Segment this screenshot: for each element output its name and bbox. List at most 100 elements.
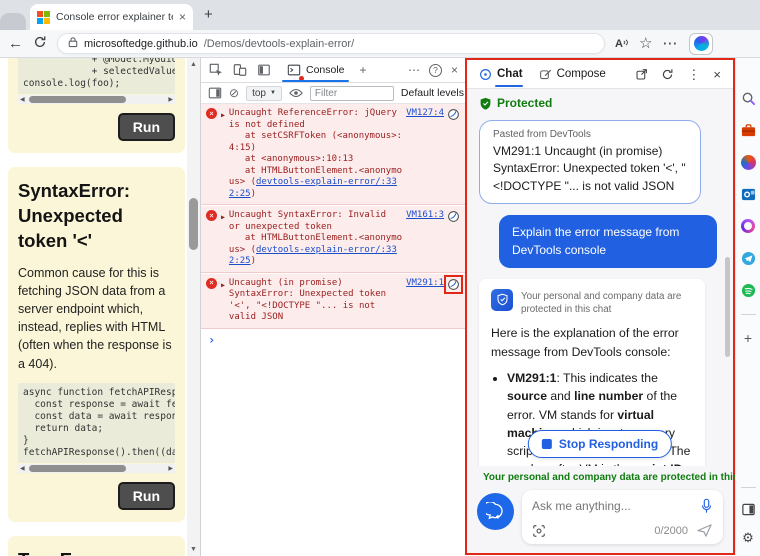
sidebar-divider [741, 314, 756, 315]
favorites-star-icon[interactable]: ☆ [639, 36, 652, 51]
loop-icon[interactable] [740, 218, 756, 234]
devtools-more-icon[interactable]: ⋯ [408, 64, 420, 76]
close-sidebar-icon[interactable]: × [713, 68, 721, 81]
run-button[interactable]: Run [118, 482, 175, 510]
card-heading: TypeError: Cannot read property 'addEven… [18, 548, 175, 556]
console-filter-input[interactable] [310, 86, 394, 101]
open-in-window-icon[interactable] [635, 68, 648, 81]
scroll-left-icon[interactable]: ◀ [18, 96, 27, 103]
compose-tab-label: Compose [557, 68, 606, 80]
add-devtools-tab-icon[interactable]: + [360, 64, 367, 76]
tab-close-icon[interactable]: × [179, 11, 186, 23]
microphone-icon[interactable] [700, 498, 713, 514]
address-bar[interactable]: microsoftedge.github.io/Demos/devtools-e… [57, 33, 605, 54]
scroll-left-icon[interactable]: ◀ [18, 465, 27, 472]
active-tab-underline [282, 80, 349, 83]
microsoft365-icon[interactable] [740, 154, 756, 170]
ask-input[interactable] [532, 499, 700, 513]
tab-chat[interactable]: Chat [479, 60, 523, 88]
back-icon[interactable]: ← [8, 36, 23, 51]
scrollbar-thumb[interactable] [29, 96, 126, 103]
scroll-up-icon[interactable]: ▲ [190, 58, 197, 71]
search-icon[interactable] [740, 90, 756, 106]
spotify-icon[interactable] [740, 282, 756, 298]
copilot-sidebar-button[interactable] [689, 33, 713, 55]
error-icon: × [206, 108, 217, 119]
active-tab-underline [495, 85, 523, 88]
vm-source-link[interactable]: VM291:1 [406, 278, 444, 290]
settings-gear-icon[interactable]: ⚙ [740, 530, 756, 546]
kebab-menu-icon[interactable]: ⋮ [687, 68, 700, 81]
stack-frame: at HTMLButtonElement.<anonymous> (devtoo… [229, 233, 402, 268]
copilot-explain-icon[interactable] [447, 108, 460, 121]
devtools-close-icon[interactable]: × [451, 64, 458, 76]
pasted-text: VM291:1 Uncaught (in promise) SyntaxErro… [493, 143, 687, 195]
run-button[interactable]: Run [118, 113, 175, 141]
new-tab-button[interactable]: + [204, 6, 213, 23]
vm-source-link[interactable]: VM161:3 [406, 210, 444, 222]
shield-check-icon [479, 97, 492, 110]
expand-triangle-icon[interactable]: ▶ [221, 212, 225, 268]
drop-icon[interactable] [740, 250, 756, 266]
read-aloud-icon[interactable]: A [615, 38, 629, 50]
card-heading: SyntaxError: Unexpected token '<' [18, 179, 175, 254]
chat-conversation: Pasted from DevTools VM291:1 Uncaught (i… [467, 112, 733, 466]
clear-console-icon[interactable]: ⊘ [229, 87, 239, 99]
scroll-right-icon[interactable]: ▶ [166, 96, 175, 103]
vm-source-link[interactable]: VM127:4 [406, 108, 444, 120]
inspect-element-icon[interactable] [208, 63, 223, 78]
chevron-down-icon: ▼ [270, 90, 276, 96]
message-input-card[interactable]: 0/2000 [522, 490, 723, 544]
tools-icon[interactable] [740, 122, 756, 138]
pasted-caption: Pasted from DevTools [493, 129, 687, 140]
default-levels-selector[interactable]: Default levels [401, 87, 464, 99]
console-tab-label: Console [306, 64, 345, 76]
copilot-explain-icon[interactable] [447, 210, 460, 223]
code-block: async function fetchAPIResponse( const r… [18, 383, 175, 463]
chat-tab-label: Chat [497, 68, 523, 80]
refresh-icon[interactable] [33, 35, 47, 52]
devtools-help-icon[interactable]: ? [429, 64, 442, 77]
refresh-chat-icon[interactable] [661, 68, 674, 81]
device-emulation-icon[interactable] [232, 63, 247, 78]
tab-compose[interactable]: Compose [539, 60, 606, 88]
tab-strip: Console error explainer test page × + [0, 0, 760, 30]
console-prompt[interactable]: › [201, 330, 465, 352]
horizontal-scrollbar[interactable]: ◀ ▶ [18, 464, 175, 473]
console-error-row: × ▶ Uncaught ReferenceError: jQuery is n… [201, 104, 465, 205]
sidebar-toggle-icon[interactable] [740, 501, 756, 517]
page-scrollbar[interactable]: ▲ ▼ [187, 58, 200, 556]
console-error-row: × ▶ Uncaught (in promise) SyntaxError: U… [201, 274, 465, 329]
scroll-right-icon[interactable]: ▶ [166, 465, 175, 472]
expand-triangle-icon[interactable]: ▶ [221, 110, 225, 200]
privacy-shield-icon [491, 289, 513, 311]
add-app-icon[interactable]: + [744, 331, 752, 345]
copilot-explain-icon[interactable] [447, 278, 460, 291]
error-body: Uncaught SyntaxError: Invalid or unexpec… [229, 210, 402, 268]
scrollbar-thumb[interactable] [29, 465, 126, 472]
more-options-icon[interactable]: ⋯ [662, 36, 677, 51]
copilot-header: Chat Compose ⋮ × [467, 60, 733, 89]
console-sidebar-icon[interactable] [208, 86, 222, 101]
live-expression-eye-icon[interactable] [289, 86, 303, 101]
scroll-down-icon[interactable]: ▼ [190, 543, 197, 556]
outlook-icon[interactable] [740, 186, 756, 202]
card-paragraph: Common cause for this is fetching JSON d… [18, 264, 175, 373]
console-icon [286, 63, 301, 78]
stop-responding-button[interactable]: Stop Responding [528, 430, 672, 458]
send-icon[interactable] [696, 523, 713, 538]
character-counter: 0/2000 [654, 525, 688, 537]
syntax-error-card: SyntaxError: Unexpected token '<' Common… [8, 167, 185, 522]
browser-tab[interactable]: Console error explainer test page × [30, 4, 193, 30]
chat-scrollbar[interactable] [725, 257, 730, 357]
horizontal-scrollbar[interactable]: ◀ ▶ [18, 95, 175, 104]
context-selector[interactable]: top ▼ [246, 86, 282, 101]
scrollbar-thumb[interactable] [189, 198, 198, 250]
sidebar-divider [741, 487, 756, 488]
tab-console[interactable]: Console [280, 58, 351, 82]
new-topic-button[interactable] [477, 493, 514, 530]
activity-bar-icon[interactable] [256, 63, 271, 78]
expand-triangle-icon[interactable]: ▶ [221, 280, 225, 324]
privacy-footer-note: Your personal and company data are prote… [477, 472, 723, 483]
screenshot-icon[interactable] [532, 524, 546, 538]
